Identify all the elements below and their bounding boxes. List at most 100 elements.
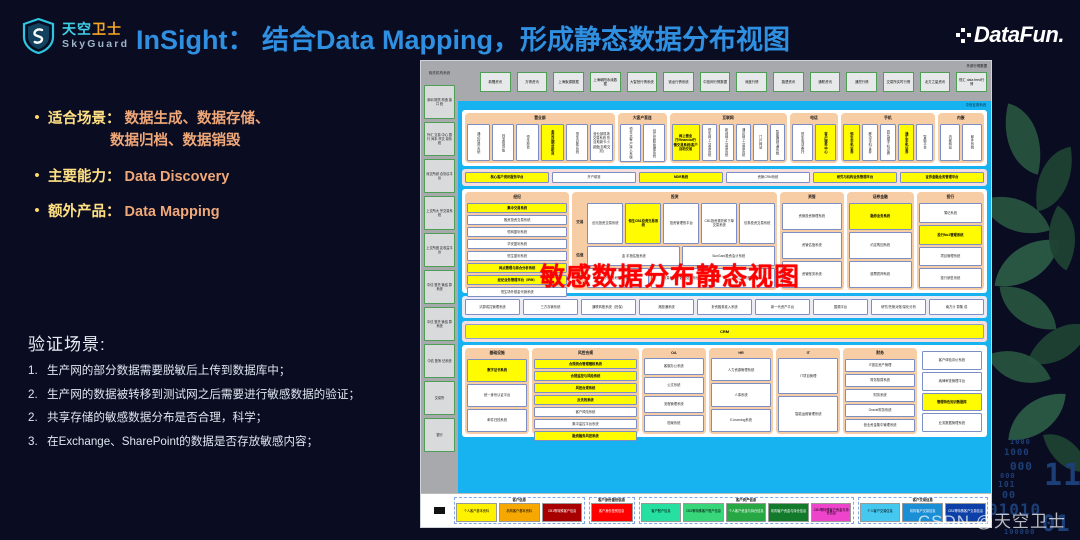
data-mapping-diagram[interactable]: 相关机构系统 深圳 期货 构造 接口 统外汇 交易 中心 银行 间本 币交 易系… <box>420 60 992 528</box>
system-box[interactable]: 门户网站 <box>752 124 768 161</box>
system-box[interactable]: 客户风险系统 <box>534 407 637 418</box>
system-box[interactable]: 创元投资交易系统 <box>587 203 624 244</box>
system-box[interactable]: 恒网盈利系统 <box>467 227 568 238</box>
system-box[interactable]: 邮件系统 <box>961 124 982 161</box>
system-box[interactable]: 清算成控管理系统 <box>465 299 520 315</box>
system-box[interactable]: 钱龙现场版 <box>491 124 515 161</box>
system-box[interactable]: 营业资金集中管理系统 <box>845 419 915 432</box>
rail-item[interactable]: 中债 登托 管结 算系统 <box>424 270 455 304</box>
system-box[interactable]: CB1投资委托和下单交易系统 <box>701 203 738 244</box>
topbar-box[interactable]: 北方之星资讯 <box>919 72 951 92</box>
system-box[interactable]: 通达信用系统 <box>467 124 490 161</box>
rail-item[interactable]: 深圳 期货 构造 接口 统 <box>424 85 455 119</box>
system-box[interactable]: 财务核算系统 <box>845 374 915 387</box>
system-box[interactable]: 约定购回系统 <box>848 232 912 259</box>
topbar-box[interactable]: 万得资讯 <box>516 72 548 92</box>
system-box[interactable]: 恒生大客户接入系统 <box>619 124 642 163</box>
classification-chip[interactable]: 个人客户资金与持仓信息 <box>725 502 767 522</box>
rail-item[interactable]: 深交所综 合协议平 台 <box>424 159 455 193</box>
topbar-box[interactable]: 恒汇 data feed行情 <box>956 72 987 92</box>
system-box[interactable]: 通联转账系统（担保） <box>581 299 636 315</box>
system-box[interactable]: 证券金融业务管理平台 <box>900 172 984 183</box>
system-box[interactable]: 融资融券风控系统 <box>534 431 637 442</box>
system-box[interactable]: 资管估值系统 <box>782 232 842 259</box>
system-box[interactable]: 公文系统 <box>643 377 704 394</box>
system-box[interactable]: 股票质押系统 <box>848 261 912 288</box>
system-box[interactable]: 客户服务中心 <box>814 124 837 161</box>
system-box[interactable]: 智能运维管理系统 <box>778 396 839 432</box>
system-box[interactable]: IT固定资产管理 <box>845 359 915 372</box>
system-box[interactable]: 创元控股管理系统 <box>643 124 665 163</box>
system-box[interactable]: 资管CRM系统 <box>726 172 810 183</box>
system-box[interactable]: E-learning系统 <box>710 408 772 432</box>
rail-item[interactable]: 中债 登簿 记系统 <box>424 344 455 378</box>
system-box[interactable]: 折资融券准入系统 <box>697 299 752 315</box>
topbar-box[interactable]: 路透资讯 <box>773 72 804 92</box>
system-box[interactable]: Oracle财务系统 <box>845 404 915 417</box>
system-box[interactable]: 业务数据管理系统 <box>921 413 982 432</box>
topbar-box[interactable]: 钱龙行情系统 <box>663 72 694 92</box>
classification-chip[interactable]: CB1等特殊客户资金与持仓信息 <box>810 502 852 522</box>
system-box[interactable]: 资管投资管理系统 <box>782 203 842 230</box>
rail-item[interactable]: 外汇 交易 中心 银行 间本 币交 易系统 <box>424 122 455 156</box>
system-box[interactable]: 研究与机构业务管理平台 <box>813 172 897 183</box>
classification-chip[interactable]: 客户身份鉴别信息 <box>590 502 633 522</box>
system-box[interactable]: 客户体验评价系统 <box>921 351 982 370</box>
system-box[interactable]: 营业部现场交易系统 热自助新卡小键盘(自助交割) <box>590 124 613 161</box>
rail-item[interactable]: 上交所大 宗交易系 统 <box>424 196 455 230</box>
topbar-box[interactable]: 新聞资讯 <box>480 72 511 92</box>
system-box[interactable]: 融资投资交易系统 <box>467 215 568 226</box>
system-box[interactable]: 港股通系统 <box>639 299 694 315</box>
system-box[interactable]: 通达网上交易系统 <box>735 124 751 161</box>
system-box[interactable]: 通汇手机证券 <box>898 124 915 161</box>
system-box[interactable]: 薄记系统 <box>918 203 983 223</box>
topbar-box[interactable]: 交易所实时行情 <box>883 72 914 92</box>
system-box[interactable]: 网上营业厅/financial行情交易系统/客户自助交易 <box>671 124 700 161</box>
system-box[interactable]: 流程管理系统 <box>643 396 704 413</box>
system-box[interactable]: 金证达期货柜台 <box>540 124 564 161</box>
rail-item[interactable]: 交易所 <box>424 381 455 415</box>
system-box[interactable]: 投资管理快平台 <box>663 203 700 244</box>
classification-chip[interactable]: 机构客户基本资料 <box>498 502 540 522</box>
classification-chip[interactable]: CB1等特殊客户账户信息 <box>683 502 724 522</box>
system-box[interactable]: 国顺平台 <box>813 299 868 315</box>
system-box[interactable]: 反洗钱系统 <box>534 395 637 406</box>
system-box[interactable]: 数字证书系统 <box>467 359 528 382</box>
crm-bar[interactable]: CRM <box>465 324 984 339</box>
topbar-box[interactable]: 中投网行情数据 <box>699 72 731 92</box>
system-box[interactable]: 研究/托管对账/量化分析 <box>871 299 926 315</box>
system-box[interactable]: 恒生自助系统 <box>565 124 589 161</box>
system-box[interactable]: 风控合规系统 <box>534 383 637 394</box>
system-box[interactable]: 恒生CB1投资交易系统 <box>625 203 662 244</box>
system-box[interactable]: 档案系统 <box>643 415 704 432</box>
system-box[interactable]: 同花顺手机证券 <box>879 124 897 161</box>
topbar-box[interactable]: 大智慧行情系统 <box>626 72 658 92</box>
system-box[interactable]: 集中交易系统 <box>467 203 568 214</box>
system-box[interactable]: 内部网站 <box>939 124 960 161</box>
system-box[interactable]: 南方计 算集 成 <box>929 299 984 315</box>
system-box[interactable]: 客服办公系统 <box>643 358 704 375</box>
rail-item[interactable]: 银行 <box>424 418 455 452</box>
system-box[interactable]: 恒生柜台 <box>516 124 539 161</box>
system-box[interactable]: 纳律审查管理平台 <box>921 371 982 391</box>
topbar-box[interactable]: 深度行情 <box>736 72 768 92</box>
topbar-box[interactable]: 上海朝阳永续数据 <box>589 72 621 92</box>
system-box[interactable]: 邮件归档系统 <box>467 409 528 432</box>
classification-chip[interactable]: 机构客户资金与持仓信息 <box>768 502 809 522</box>
topbar-box[interactable]: 通挖行情 <box>846 72 878 92</box>
system-box[interactable]: 恒生电话委托 <box>791 124 813 161</box>
system-box[interactable]: 人力资源管理系统 <box>710 358 772 382</box>
system-box[interactable]: 项目管理系统 <box>918 246 983 267</box>
system-box[interactable]: MDR系统 <box>639 172 723 183</box>
system-box[interactable]: 恒生网上交易系统 <box>701 124 717 161</box>
classification-chip[interactable]: CB1等特殊客户信息 <box>541 502 583 522</box>
system-box[interactable]: 投行No1管理系统 <box>918 224 983 245</box>
system-box[interactable]: 新一代资产平台 <box>755 299 810 315</box>
system-box[interactable]: 智能平台 <box>916 124 933 161</box>
classification-chip[interactable]: 客户账户信息 <box>640 502 682 522</box>
system-box[interactable]: 移动手机证券 <box>861 124 878 161</box>
system-box[interactable]: 融券业务系统 <box>848 203 912 230</box>
classification-chip[interactable]: 个人客户交易信息 <box>859 502 901 522</box>
system-box[interactable]: 核心客户资讯服务平台 <box>465 172 549 183</box>
rail-item[interactable]: 中债 登托 管结 算系统 <box>424 307 455 341</box>
